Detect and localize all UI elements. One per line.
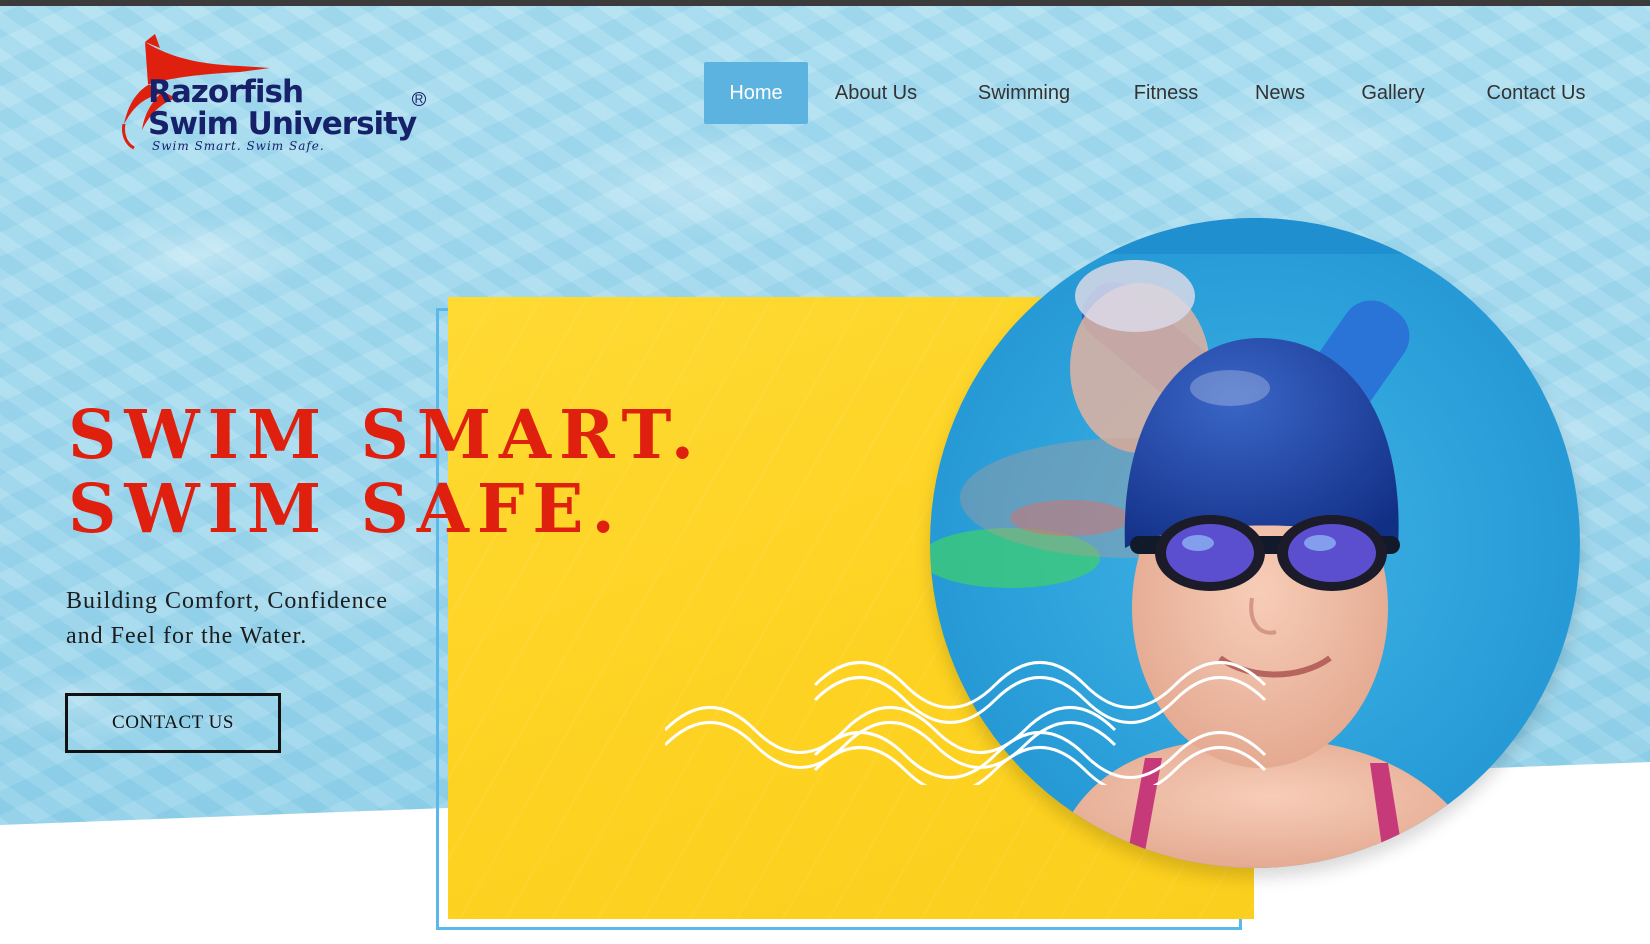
nav-item-about-us[interactable]: About Us <box>826 62 926 124</box>
browser-top-bar <box>0 0 1650 6</box>
hero-subtitle-line-2: and Feel for the Water. <box>66 623 308 649</box>
contact-us-button[interactable]: CONTACT US <box>65 693 281 753</box>
hero-headline: SWIM SMART. SWIM SAFE. <box>68 398 702 546</box>
logo-line-2: Swim University <box>148 106 417 142</box>
nav-item-fitness[interactable]: Fitness <box>1118 62 1214 124</box>
nav-item-news[interactable]: News <box>1240 62 1320 124</box>
hero-headline-line-1: SWIM SMART. <box>68 395 703 474</box>
nav-item-swimming[interactable]: Swimming <box>968 62 1080 124</box>
logo-tagline: Swim Smart. Swim Safe. <box>152 139 325 153</box>
hero-subtitle-line-1: Building Comfort, Confidence <box>66 588 388 614</box>
nav-item-contact-us[interactable]: Contact Us <box>1462 62 1610 124</box>
decorative-waves-icon <box>665 661 1267 785</box>
site-logo[interactable]: Razorfish Swim University Swim Smart. Sw… <box>120 34 430 154</box>
nav-item-home[interactable]: Home <box>704 62 808 124</box>
nav-item-gallery[interactable]: Gallery <box>1346 62 1440 124</box>
logo-line-1: Razorfish <box>148 74 304 110</box>
hero-headline-line-2: SWIM SAFE. <box>68 469 623 548</box>
hero-subtitle: Building Comfort, Confidence and Feel fo… <box>66 584 446 654</box>
registered-mark-icon: R <box>412 92 426 106</box>
